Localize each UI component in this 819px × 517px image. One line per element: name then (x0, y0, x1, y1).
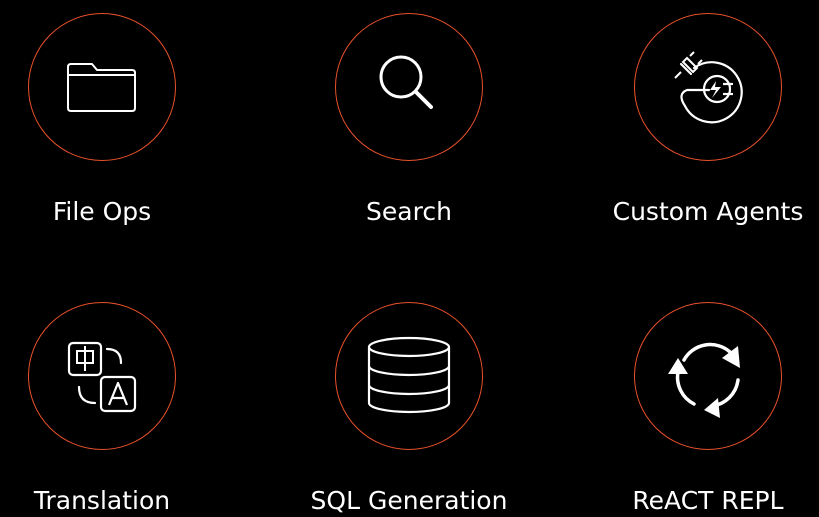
icon-ring (28, 13, 176, 161)
tile-label: ReACT REPL (632, 486, 784, 515)
tile-label: Custom Agents (612, 197, 804, 226)
search-icon (379, 55, 433, 109)
icon-ring (634, 13, 782, 161)
tile-label: SQL Generation (310, 486, 508, 515)
database-icon (367, 336, 451, 414)
tile-label: Translation (33, 486, 171, 515)
icon-ring (335, 302, 483, 450)
cycle-arrows-icon (668, 342, 740, 418)
plug-icon (674, 51, 743, 124)
translate-icon (67, 341, 137, 413)
icon-ring (634, 302, 782, 450)
tile-label: Search (366, 197, 452, 226)
tile-label: File Ops (52, 197, 152, 226)
icon-ring (28, 302, 176, 450)
icon-ring (335, 13, 483, 161)
folder-icon (67, 63, 136, 112)
